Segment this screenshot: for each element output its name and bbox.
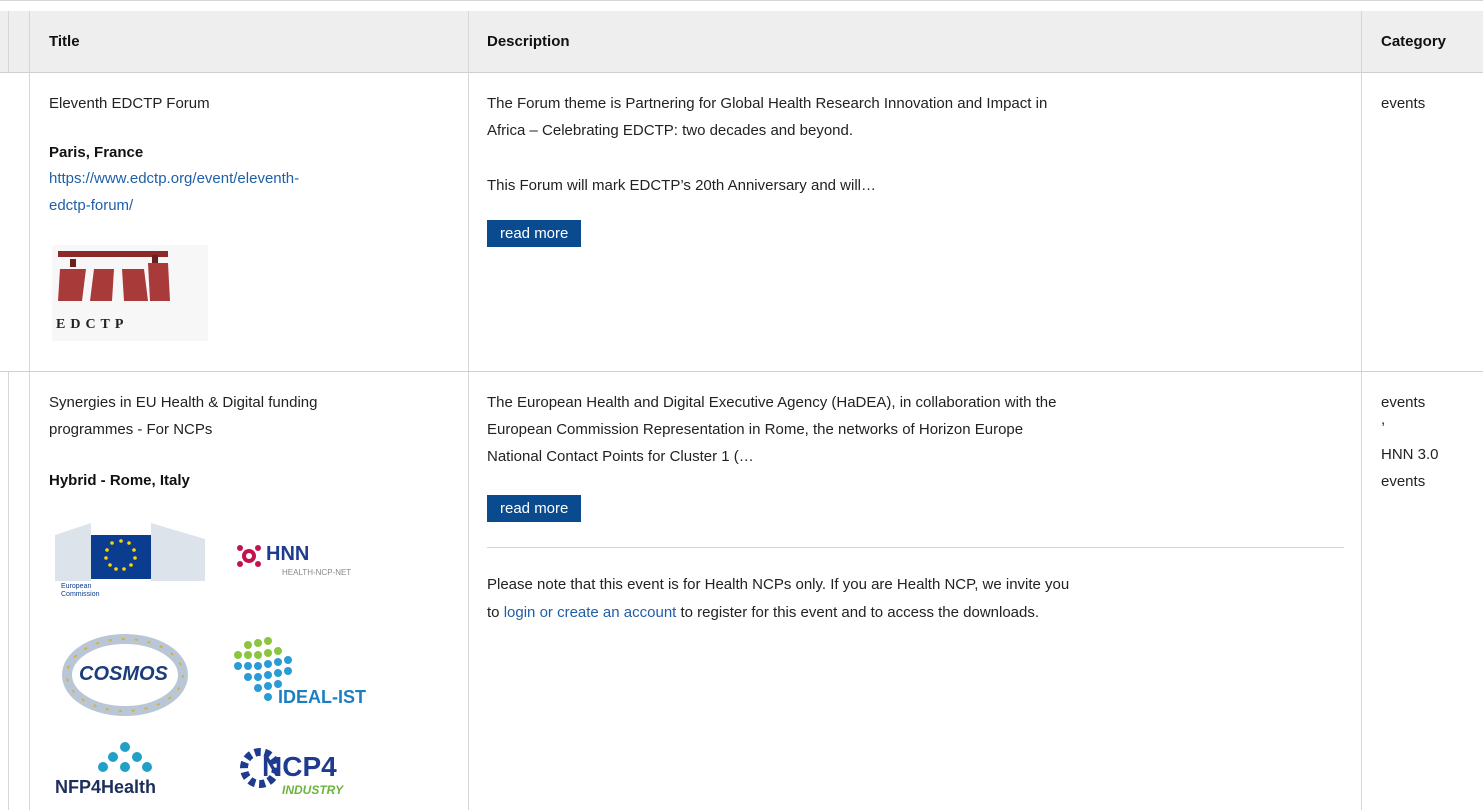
nfp4health-logo-text: NFP4Health [55, 777, 157, 797]
category-separator: , [1381, 411, 1386, 428]
column-divider [8, 11, 9, 72]
description-line: European Commission Representation in Ro… [487, 421, 1024, 438]
read-more-button[interactable]: read more [487, 220, 582, 247]
event-title[interactable]: Eleventh EDCTP Forum [49, 90, 210, 118]
event-link-line1[interactable]: https://www.edctp.org/event/eleventh- [49, 170, 299, 187]
column-divider [8, 371, 9, 810]
ec-logo-text: European Commission [61, 583, 100, 598]
edctp-logo-text: EDCTP [56, 317, 129, 332]
ncp4-industry-logo: NCP4 INDUSTRY [240, 741, 380, 810]
divider [487, 547, 1344, 548]
create-account-link[interactable]: create an account [557, 604, 676, 621]
event-location: Hybrid - Rome, Italy [49, 472, 190, 489]
column-divider [1361, 11, 1362, 810]
event-link[interactable]: https://www.edctp.org/event/eleventh- [49, 165, 299, 193]
european-commission-logo: European Commission [55, 521, 205, 606]
read-more-button[interactable]: read more [487, 495, 582, 522]
hnn-logo-subtext: HEALTH-NCP-NET [282, 568, 352, 577]
edctp-logo: EDCTP [52, 245, 208, 341]
category-tag[interactable]: events [1381, 468, 1425, 496]
ncp4-logo-text: NCP4 [262, 751, 337, 782]
row-divider [0, 371, 1483, 372]
description-line: National Contact Points for Cluster 1 (… [487, 448, 754, 465]
hnn-network-icon [237, 545, 261, 567]
description-line: Africa – Celebrating EDCTP: two decades … [487, 122, 854, 139]
header-title[interactable]: Title [49, 33, 80, 50]
column-divider [468, 11, 469, 810]
category-tag[interactable]: HNN 3.0 [1381, 441, 1439, 469]
access-note-line: Please note that this event is for Healt… [487, 576, 1070, 593]
events-table: Title Description Category Eleventh EDCT… [0, 0, 1483, 810]
cosmos-logo-text: COSMOS [79, 663, 168, 685]
event-link-wrap[interactable]: edctp-forum/ [49, 192, 133, 220]
ncp4-logo-subtext: INDUSTRY [282, 783, 344, 797]
login-link[interactable]: login [504, 604, 536, 621]
or-text: or [539, 604, 553, 621]
category-tag[interactable]: events [1381, 389, 1425, 417]
ideal-ist-logo: IDEAL-IST [228, 633, 388, 713]
category-tag[interactable]: events [1381, 90, 1425, 118]
hnn-logo-text: HNN [266, 543, 310, 565]
ideal-ist-logo-text: IDEAL-IST [278, 687, 366, 707]
header-description[interactable]: Description [487, 33, 570, 50]
event-link-line2[interactable]: edctp-forum/ [49, 197, 133, 214]
event-location: Paris, France [49, 144, 144, 161]
hnn-logo: HNN HEALTH-NCP-NET [236, 541, 386, 591]
description-line: The Forum theme is Partnering for Global… [487, 95, 1048, 112]
column-divider [29, 11, 30, 810]
event-title-wrap[interactable]: programmes - For NCPs [49, 416, 212, 444]
nfp4health-network-icon [98, 742, 152, 772]
description-line: The European Health and Digital Executiv… [487, 394, 1057, 411]
nfp4health-logo: NFP4Health [55, 741, 215, 810]
header-category[interactable]: Category [1381, 33, 1446, 50]
table-header: Title Description Category [0, 11, 1483, 73]
access-note-line: to login or create an account to registe… [487, 604, 1040, 621]
event-title[interactable]: Synergies in EU Health & Digital funding [49, 389, 317, 417]
cosmos-logo: COSMOS [55, 631, 205, 717]
description-line: This Forum will mark EDCTP’s 20th Annive… [487, 177, 876, 194]
